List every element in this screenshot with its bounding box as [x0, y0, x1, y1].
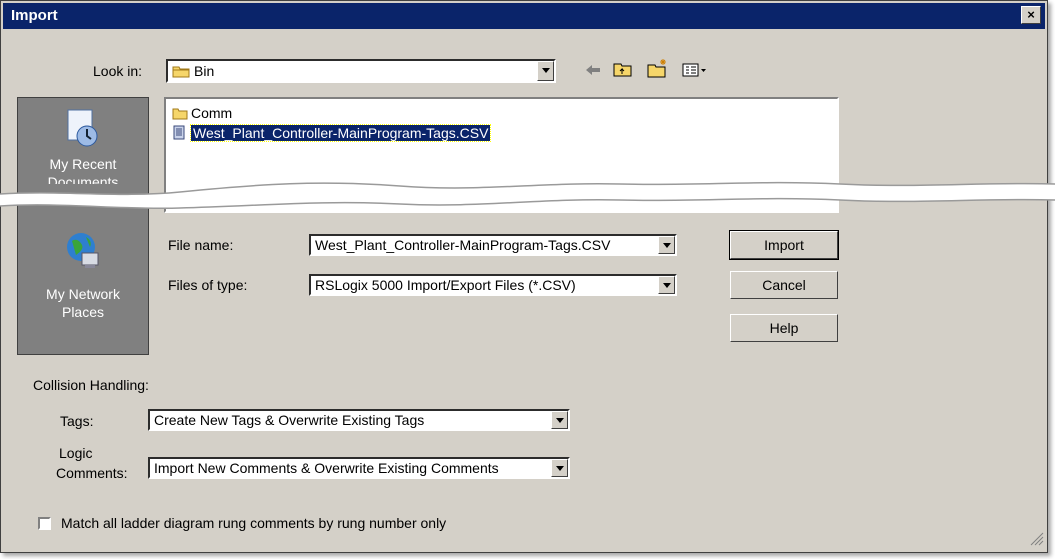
place-my-network-line2[interactable]: Places: [18, 304, 148, 320]
filetype-select[interactable]: RSLogix 5000 Import/Export Files (*.CSV): [309, 274, 677, 296]
list-item[interactable]: Comm: [172, 105, 232, 123]
comments-value: Import New Comments & Overwrite Existing…: [154, 460, 499, 476]
place-my-recent[interactable]: My Recent: [18, 156, 148, 172]
import-dialog: Import × Look in: Bin My Recent Document…: [0, 0, 1048, 553]
lookin-combo[interactable]: Bin: [166, 59, 556, 83]
filename-dropdown-arrow[interactable]: [658, 236, 675, 254]
filetype-label: Files of type:: [168, 277, 248, 293]
lookin-label: Look in:: [93, 63, 143, 79]
resize-grip-icon[interactable]: [1030, 532, 1044, 549]
filename-value: West_Plant_Controller-MainProgram-Tags.C…: [315, 237, 611, 253]
tags-select[interactable]: Create New Tags & Overwrite Existing Tag…: [148, 409, 570, 431]
place-my-network[interactable]: My Network: [18, 286, 148, 302]
import-button[interactable]: Import: [729, 230, 839, 260]
filename-label: File name:: [168, 237, 234, 253]
lookin-dropdown-arrow[interactable]: [537, 61, 554, 81]
places-bar: My Recent Documents My Network Places: [17, 97, 149, 355]
comments-label-line1: Logic: [59, 445, 93, 461]
view-menu-icon[interactable]: [682, 62, 708, 81]
place-my-network-label2: Places: [61, 304, 105, 320]
file-name: West_Plant_Controller-MainProgram-Tags.C…: [189, 124, 492, 142]
comments-label-line2: Comments:: [56, 465, 128, 481]
back-icon[interactable]: [584, 62, 602, 81]
collision-heading: Collision Handling:: [33, 377, 149, 393]
list-item[interactable]: West_Plant_Controller-MainProgram-Tags.C…: [172, 124, 492, 143]
match-rung-label: Match all ladder diagram rung comments b…: [61, 515, 447, 531]
title-bar[interactable]: Import ×: [3, 3, 1045, 29]
close-button[interactable]: ×: [1021, 6, 1041, 24]
tags-label: Tags:: [60, 413, 94, 429]
tags-value: Create New Tags & Overwrite Existing Tag…: [154, 412, 425, 428]
new-folder-icon[interactable]: [647, 58, 669, 81]
comments-select[interactable]: Import New Comments & Overwrite Existing…: [148, 457, 570, 479]
folder-icon: [172, 64, 190, 81]
filetype-dropdown-arrow[interactable]: [658, 276, 675, 294]
help-button[interactable]: Help: [730, 314, 838, 342]
recent-documents-icon[interactable]: [62, 108, 102, 153]
torn-edge-overlay: [0, 181, 1055, 210]
place-my-network-label: My Network: [46, 286, 120, 302]
comments-dropdown-arrow[interactable]: [551, 459, 568, 477]
filetype-value: RSLogix 5000 Import/Export Files (*.CSV): [315, 277, 576, 293]
up-folder-icon[interactable]: [613, 60, 633, 81]
match-rung-checkbox[interactable]: [38, 517, 51, 530]
document-icon: [172, 125, 188, 140]
lookin-value: Bin: [194, 63, 215, 79]
place-my-recent-label: My Recent: [49, 156, 117, 172]
folder-icon: [172, 107, 188, 120]
file-name: Comm: [191, 105, 233, 121]
dialog-title: Import: [11, 7, 58, 24]
tags-dropdown-arrow[interactable]: [551, 411, 568, 429]
cancel-button[interactable]: Cancel: [730, 271, 838, 299]
network-places-icon[interactable]: [64, 231, 102, 274]
filename-input[interactable]: West_Plant_Controller-MainProgram-Tags.C…: [309, 234, 677, 256]
